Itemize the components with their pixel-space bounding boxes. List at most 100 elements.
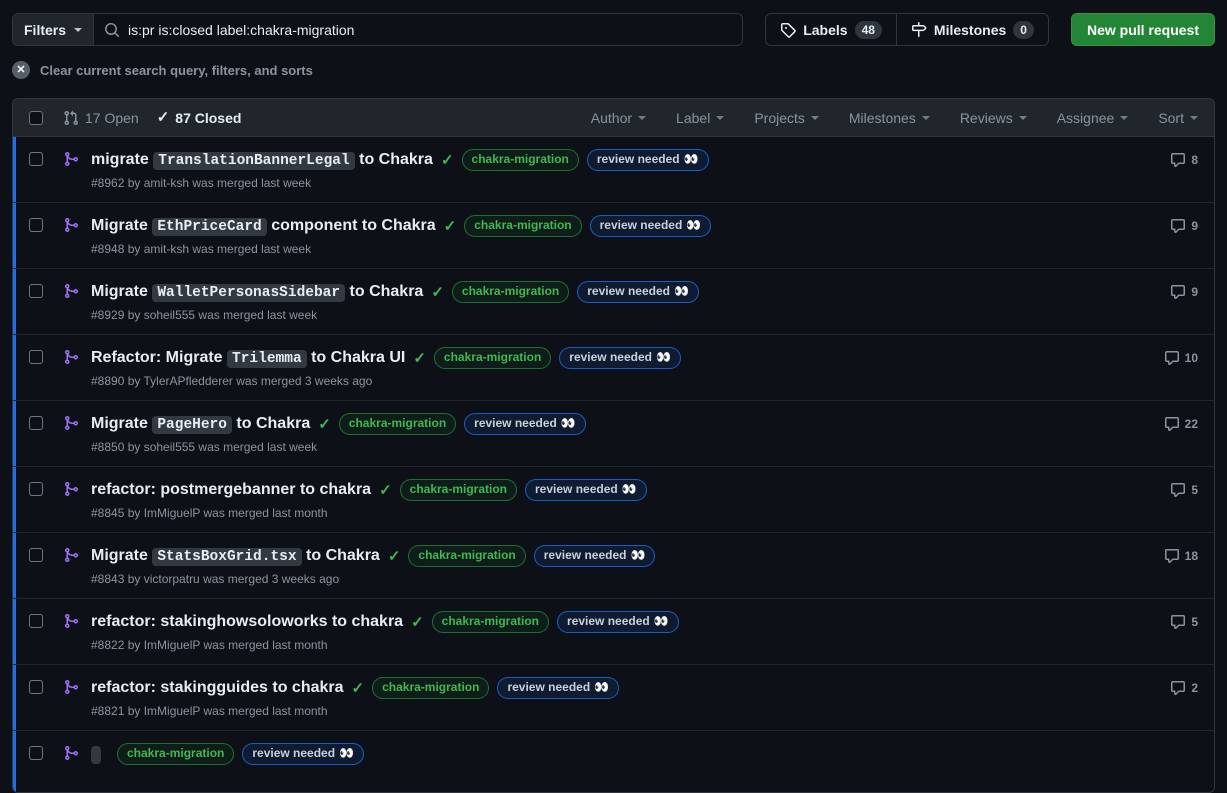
row-checkbox[interactable] bbox=[29, 416, 43, 430]
label-chakra-migration[interactable]: chakra-migration bbox=[117, 743, 234, 765]
label-review-needed-text: review needed bbox=[474, 415, 557, 432]
label-chakra-migration[interactable]: chakra-migration bbox=[434, 347, 551, 369]
comment-count[interactable]: 2 bbox=[1154, 680, 1198, 696]
dropdown-sort[interactable]: Sort bbox=[1158, 110, 1198, 126]
checks-passed-icon: ✓ bbox=[388, 549, 401, 564]
checks-passed-icon: ✓ bbox=[411, 615, 424, 630]
title-text-pre: Migrate bbox=[91, 415, 152, 432]
chevron-down-icon bbox=[74, 28, 82, 32]
label-chakra-migration-text: chakra-migration bbox=[127, 745, 224, 762]
git-merged-icon bbox=[63, 547, 79, 563]
row-checkbox[interactable] bbox=[29, 482, 43, 496]
dropdown-label[interactable]: Label bbox=[676, 110, 724, 126]
label-review-needed[interactable]: review needed 👀 bbox=[242, 743, 364, 765]
label-chakra-migration[interactable]: chakra-migration bbox=[372, 677, 489, 699]
comment-count[interactable]: 9 bbox=[1154, 218, 1198, 234]
row-content: refactor: stakingguides to chakra ✓ chak… bbox=[91, 677, 1154, 718]
label-chakra-migration[interactable]: chakra-migration bbox=[339, 413, 456, 435]
closed-filter[interactable]: ✓ 87 Closed bbox=[157, 110, 242, 126]
new-pull-request-button[interactable]: New pull request bbox=[1071, 13, 1215, 46]
label-review-needed-text: review needed bbox=[569, 349, 652, 366]
label-review-needed[interactable]: review needed 👀 bbox=[577, 281, 699, 303]
label-chakra-migration[interactable]: chakra-migration bbox=[464, 215, 581, 237]
label-review-needed[interactable]: review needed 👀 bbox=[557, 611, 679, 633]
label-review-needed[interactable]: review needed 👀 bbox=[497, 677, 619, 699]
filters-button-label: Filters bbox=[24, 22, 66, 38]
search-field-wrapper[interactable] bbox=[94, 14, 742, 45]
dropdown-milestones[interactable]: Milestones bbox=[849, 110, 930, 126]
label-chakra-migration[interactable]: chakra-migration bbox=[432, 611, 549, 633]
pull-request-title-link[interactable]: Refactor: Migrate Trilemma to Chakra UI bbox=[91, 348, 405, 369]
pull-request-list: 17 Open ✓ 87 Closed Author Label Project… bbox=[12, 98, 1215, 793]
label-review-needed[interactable]: review needed 👀 bbox=[525, 479, 647, 501]
comment-count[interactable]: 8 bbox=[1154, 152, 1198, 168]
title-code-span: WalletPersonasSidebar bbox=[152, 284, 345, 302]
eyes-icon: 👀 bbox=[654, 613, 669, 630]
eyes-icon: 👀 bbox=[686, 217, 701, 234]
eyes-icon: 👀 bbox=[561, 415, 576, 432]
milestones-button[interactable]: Milestones 0 bbox=[896, 14, 1048, 45]
row-checkbox[interactable] bbox=[29, 614, 43, 628]
comment-count[interactable]: 5 bbox=[1154, 614, 1198, 630]
pull-request-title-link[interactable]: refactor: stakingguides to chakra bbox=[91, 678, 344, 699]
label-chakra-migration[interactable]: chakra-migration bbox=[400, 479, 517, 501]
comment-count[interactable]: 18 bbox=[1154, 548, 1198, 564]
clear-filters-link[interactable]: ✕ Clear current search query, filters, a… bbox=[12, 60, 1215, 80]
git-merged-icon bbox=[63, 349, 79, 365]
comment-count-text: 22 bbox=[1185, 417, 1198, 431]
pull-request-title-link[interactable] bbox=[91, 744, 101, 765]
dropdown-projects-label: Projects bbox=[754, 110, 805, 126]
label-review-needed[interactable]: review needed 👀 bbox=[587, 149, 709, 171]
row-meta: #8850 by soheil555 was merged last week bbox=[91, 440, 1154, 454]
comment-count[interactable]: 10 bbox=[1154, 350, 1198, 366]
row-checkbox[interactable] bbox=[29, 746, 43, 760]
pull-request-title-link[interactable]: migrate TranslationBannerLegal to Chakra bbox=[91, 150, 433, 171]
title-text-pre: Migrate bbox=[91, 217, 152, 234]
pull-request-title-link[interactable]: Migrate PageHero to Chakra bbox=[91, 414, 310, 435]
label-review-needed[interactable]: review needed 👀 bbox=[559, 347, 681, 369]
git-merged-icon bbox=[63, 283, 79, 299]
dropdown-reviews[interactable]: Reviews bbox=[960, 110, 1027, 126]
label-chakra-migration[interactable]: chakra-migration bbox=[452, 281, 569, 303]
row-title-line: Migrate WalletPersonasSidebar to Chakra … bbox=[91, 281, 1154, 303]
search-input[interactable] bbox=[128, 22, 732, 38]
pull-request-title-link[interactable]: Migrate WalletPersonasSidebar to Chakra bbox=[91, 282, 423, 303]
comment-count[interactable]: 5 bbox=[1154, 482, 1198, 498]
row-checkbox[interactable] bbox=[29, 284, 43, 298]
row-title-line: Migrate PageHero to Chakra ✓ chakra-migr… bbox=[91, 413, 1154, 435]
dropdown-author[interactable]: Author bbox=[591, 110, 646, 126]
list-filter-dropdowns: Author Label Projects Milestones Reviews bbox=[591, 110, 1198, 126]
pull-request-title-link[interactable]: refactor: postmergebanner to chakra bbox=[91, 480, 371, 501]
row-checkbox[interactable] bbox=[29, 548, 43, 562]
row-checkbox[interactable] bbox=[29, 218, 43, 232]
filters-button[interactable]: Filters bbox=[13, 14, 94, 45]
search-toolbar: Filters Labels 48 bbox=[12, 0, 1215, 46]
comment-icon bbox=[1164, 548, 1180, 564]
row-checkbox[interactable] bbox=[29, 350, 43, 364]
labels-button[interactable]: Labels 48 bbox=[766, 14, 896, 45]
row-title-line: Migrate EthPriceCard component to Chakra… bbox=[91, 215, 1154, 237]
pull-request-title-link[interactable]: Migrate EthPriceCard component to Chakra bbox=[91, 216, 436, 237]
comment-icon bbox=[1170, 152, 1186, 168]
label-chakra-migration[interactable]: chakra-migration bbox=[462, 149, 579, 171]
open-filter[interactable]: 17 Open bbox=[63, 110, 139, 126]
label-chakra-migration-text: chakra-migration bbox=[442, 613, 539, 630]
pull-request-title-link[interactable]: refactor: stakinghowsoloworks to chakra bbox=[91, 612, 403, 633]
comment-count[interactable]: 22 bbox=[1154, 416, 1198, 432]
row-checkbox[interactable] bbox=[29, 680, 43, 694]
row-checkbox[interactable] bbox=[29, 152, 43, 166]
dropdown-assignee[interactable]: Assignee bbox=[1057, 110, 1129, 126]
select-all-checkbox[interactable] bbox=[29, 111, 43, 125]
title-code-span: Trilemma bbox=[227, 350, 307, 368]
row-content: Migrate StatsBoxGrid.tsx to Chakra ✓ cha… bbox=[91, 545, 1154, 586]
dropdown-projects[interactable]: Projects bbox=[754, 110, 819, 126]
eyes-icon: 👀 bbox=[674, 283, 689, 300]
pull-request-title-link[interactable]: Migrate StatsBoxGrid.tsx to Chakra bbox=[91, 546, 380, 567]
label-review-needed[interactable]: review needed 👀 bbox=[464, 413, 586, 435]
label-review-needed[interactable]: review needed 👀 bbox=[590, 215, 712, 237]
comment-count-text: 9 bbox=[1191, 219, 1198, 233]
comment-count[interactable]: 9 bbox=[1154, 284, 1198, 300]
row-content: refactor: stakinghowsoloworks to chakra … bbox=[91, 611, 1154, 652]
label-review-needed[interactable]: review needed 👀 bbox=[534, 545, 656, 567]
label-chakra-migration[interactable]: chakra-migration bbox=[408, 545, 525, 567]
